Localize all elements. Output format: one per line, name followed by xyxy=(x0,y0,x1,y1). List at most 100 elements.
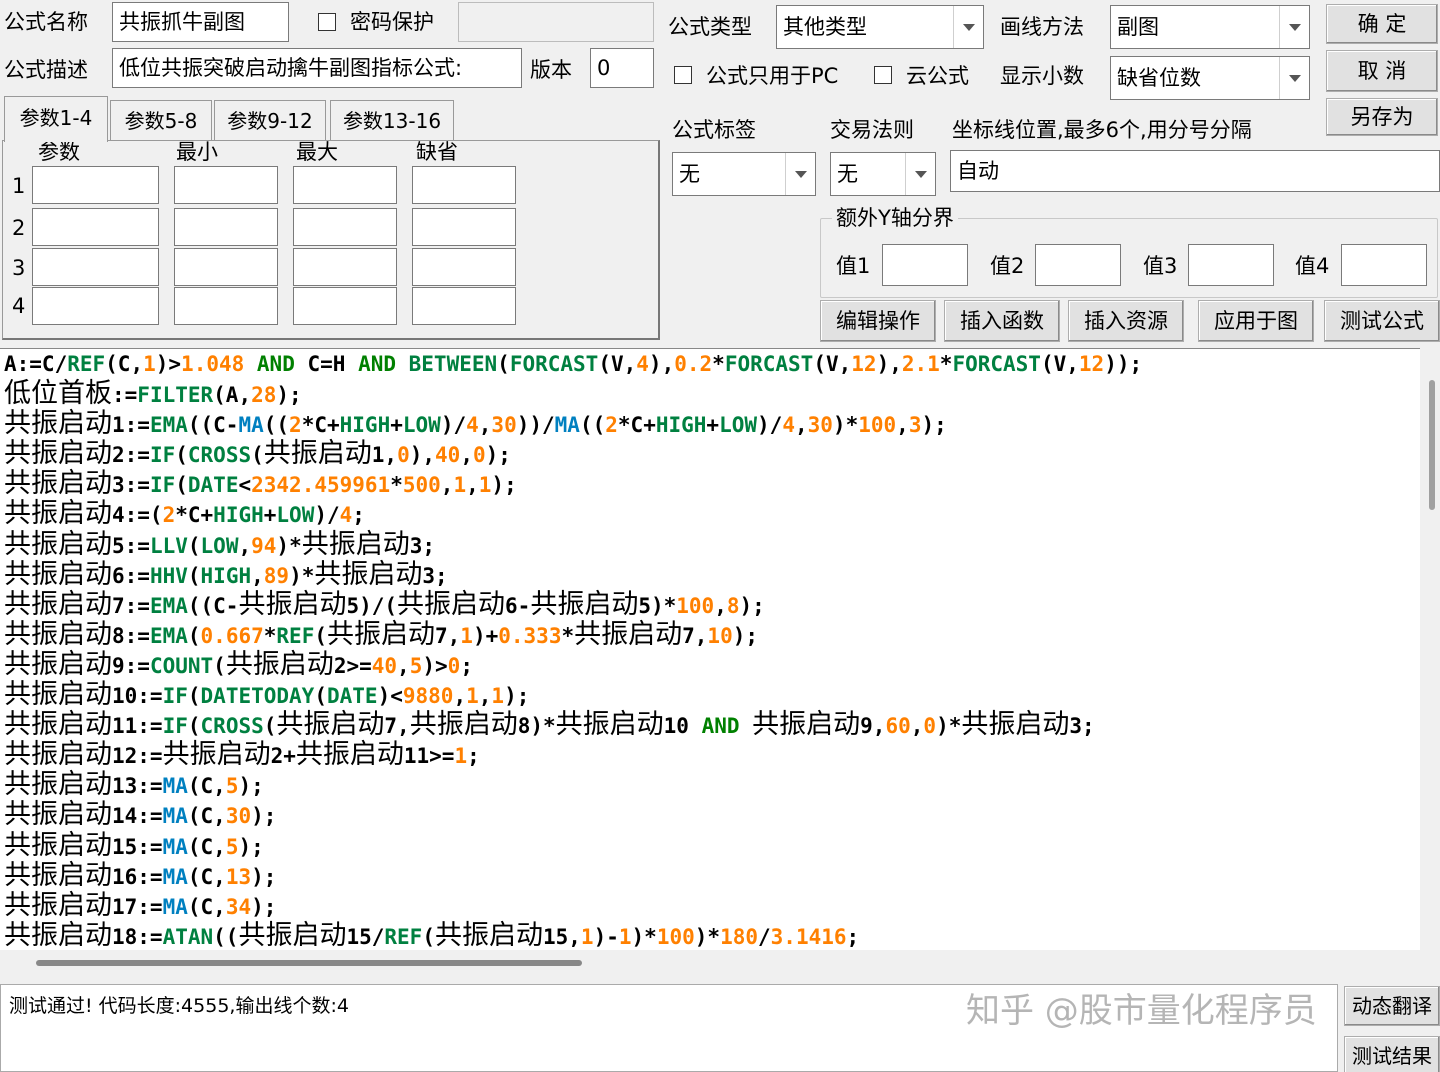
param-1-name[interactable] xyxy=(32,166,159,204)
code-token: 2.1 xyxy=(901,352,940,376)
param-1-min[interactable] xyxy=(174,166,278,204)
code-token: ), xyxy=(876,352,902,376)
param-3-min[interactable] xyxy=(174,248,278,286)
code-line[interactable]: 共振启动1:=EMA((C-MA((2*C+HIGH+LOW)/4,30))/M… xyxy=(4,409,1420,439)
chevron-down-icon[interactable] xyxy=(1279,57,1309,99)
insert-resource-button[interactable]: 插入资源 xyxy=(1068,300,1184,342)
tab-params-13-16[interactable]: 参数13-16 xyxy=(330,100,454,140)
code-line[interactable]: 共振启动3:=IF(DATE<2342.459961*500,1,1); xyxy=(4,469,1420,499)
chevron-down-icon[interactable] xyxy=(1279,6,1309,48)
code-line[interactable]: 共振启动10:=IF(DATETODAY(DATE)<9880,1,1); xyxy=(4,679,1420,710)
pc-only-checkbox[interactable] xyxy=(674,66,692,84)
code-token: (( xyxy=(263,413,290,438)
code-token: HIGH xyxy=(200,563,252,588)
param-4-default[interactable] xyxy=(412,287,516,325)
param-3-name[interactable] xyxy=(32,248,159,286)
code-token: + xyxy=(706,413,720,438)
trade-rule-select[interactable]: 无 xyxy=(830,152,936,196)
cloud-checkbox[interactable] xyxy=(874,66,892,84)
code-line[interactable]: 低位首板:=FILTER(A,28); xyxy=(4,379,1420,409)
code-editor[interactable]: A:=C/REF(C,1)>1.048 AND C=H AND BETWEEN(… xyxy=(0,348,1420,950)
code-token: 共振启动 xyxy=(4,528,112,560)
code-line[interactable]: 共振启动5:=LLV(LOW,94)*共振启动3; xyxy=(4,528,1420,560)
code-token: 共振启动 xyxy=(4,438,112,470)
code-line[interactable]: 共振启动2:=IF(CROSS(共振启动1,0),40,0); xyxy=(4,439,1420,469)
value2-input[interactable] xyxy=(1035,244,1121,286)
test-result-button[interactable]: 测试结果 xyxy=(1344,1036,1440,1072)
apply-to-chart-button[interactable]: 应用于图 xyxy=(1198,300,1314,342)
version-input[interactable]: 0 xyxy=(590,48,654,88)
code-token: 共振启动 xyxy=(4,588,112,620)
insert-function-button[interactable]: 插入函数 xyxy=(944,300,1060,342)
param-2-default[interactable] xyxy=(412,208,516,246)
code-line[interactable]: 共振启动15:=MA(C,5); xyxy=(4,830,1420,861)
code-line[interactable]: 共振启动16:=MA(C,13); xyxy=(4,860,1420,891)
code-token: 3; xyxy=(1069,714,1095,739)
code-line[interactable]: 共振启动13:=MA(C,5); xyxy=(4,770,1420,800)
formula-tag-value: 无 xyxy=(679,162,700,186)
code-token: 60 xyxy=(885,714,911,739)
code-token: 11:= xyxy=(112,714,163,739)
param-2-min[interactable] xyxy=(174,208,278,246)
code-line[interactable]: 共振启动7:=EMA((C-共振启动5)/(共振启动6-共振启动5)*100,8… xyxy=(4,588,1420,620)
code-line[interactable]: A:=C/REF(C,1)>1.048 AND C=H AND BETWEEN(… xyxy=(4,349,1420,379)
param-3-default[interactable] xyxy=(412,248,516,286)
code-token: 10 xyxy=(707,623,733,648)
param-4-min[interactable] xyxy=(174,287,278,325)
formula-type-select[interactable]: 其他类型 xyxy=(776,5,984,49)
code-token: 7, xyxy=(435,623,461,648)
formula-desc-input[interactable]: 低位共振突破启动擒牛副图指标公式: xyxy=(112,48,522,88)
value3-input[interactable] xyxy=(1188,244,1274,286)
horizontal-scroll-thumb[interactable] xyxy=(36,960,582,966)
code-line[interactable]: 共振启动4:=(2*C+HIGH+LOW)/4; xyxy=(4,499,1420,529)
param-1-default[interactable] xyxy=(412,166,516,204)
code-line[interactable]: 共振启动11:=IF(CROSS(共振启动7,共振启动8)*共振启动10 AND… xyxy=(4,710,1420,740)
vertical-scroll-thumb[interactable] xyxy=(1429,380,1435,510)
save-as-button[interactable]: 另存为 xyxy=(1326,98,1438,136)
code-line[interactable]: 共振启动8:=EMA(0.667*REF(共振启动7,1)+0.333*共振启动… xyxy=(4,619,1420,650)
axis-position-input[interactable]: 自动 xyxy=(950,150,1440,192)
code-token: 9880 xyxy=(402,684,454,709)
code-line[interactable]: 共振启动17:=MA(C,34); xyxy=(4,890,1420,921)
param-4-max[interactable] xyxy=(293,287,397,325)
password-checkbox[interactable] xyxy=(318,13,336,31)
chevron-down-icon[interactable] xyxy=(785,153,815,195)
test-formula-button[interactable]: 测试公式 xyxy=(1324,300,1440,342)
draw-method-select[interactable]: 副图 xyxy=(1110,5,1310,49)
code-token: 12 xyxy=(1078,352,1105,376)
tab-params-5-8[interactable]: 参数5-8 xyxy=(110,100,212,140)
value1-input[interactable] xyxy=(882,244,968,286)
value4-input[interactable] xyxy=(1341,244,1427,286)
code-line[interactable]: 共振启动12:=共振启动2+共振启动11>=1; xyxy=(4,740,1420,770)
code-token: COUNT xyxy=(149,653,214,678)
code-token: 共振启动 xyxy=(263,438,372,470)
chevron-down-icon[interactable] xyxy=(905,153,935,195)
edit-ops-button[interactable]: 编辑操作 xyxy=(820,300,936,342)
chevron-down-icon[interactable] xyxy=(953,6,983,48)
code-token: C=H xyxy=(307,352,346,376)
cancel-button[interactable]: 取 消 xyxy=(1326,50,1438,92)
param-2-max[interactable] xyxy=(293,208,397,246)
code-token: DATE xyxy=(187,473,239,498)
tab-params-9-12[interactable]: 参数9-12 xyxy=(214,100,326,140)
param-2-name[interactable] xyxy=(32,208,159,246)
code-line[interactable]: 共振启动14:=MA(C,30); xyxy=(4,800,1420,830)
code-line[interactable]: 共振启动18:=ATAN((共振启动15/REF(共振启动15,1)-1)*10… xyxy=(4,920,1420,950)
code-token: 0 xyxy=(923,714,937,739)
code-token: ( xyxy=(187,533,201,558)
code-token: , xyxy=(251,563,264,588)
ok-button[interactable]: 确 定 xyxy=(1326,4,1438,44)
formula-tag-select[interactable]: 无 xyxy=(672,152,816,196)
param-3-max[interactable] xyxy=(293,248,397,286)
extra-y-axis-label: 额外Y轴分界 xyxy=(832,208,958,229)
decimals-select[interactable]: 缺省位数 xyxy=(1110,56,1310,100)
code-token: 0 xyxy=(447,653,461,678)
code-line[interactable]: 共振启动6:=HHV(HIGH,89)*共振启动3; xyxy=(4,559,1420,590)
formula-name-input[interactable]: 共振抓牛副图 xyxy=(112,2,289,42)
param-1-max[interactable] xyxy=(293,166,397,204)
tab-params-1-4[interactable]: 参数1-4 xyxy=(4,96,108,142)
code-line[interactable]: 共振启动9:=COUNT(共振启动2>=40,5)>0; xyxy=(4,649,1420,680)
dynamic-translate-button[interactable]: 动态翻译 xyxy=(1344,986,1440,1026)
param-4-name[interactable] xyxy=(32,287,159,325)
code-token: (V, xyxy=(1040,352,1079,376)
